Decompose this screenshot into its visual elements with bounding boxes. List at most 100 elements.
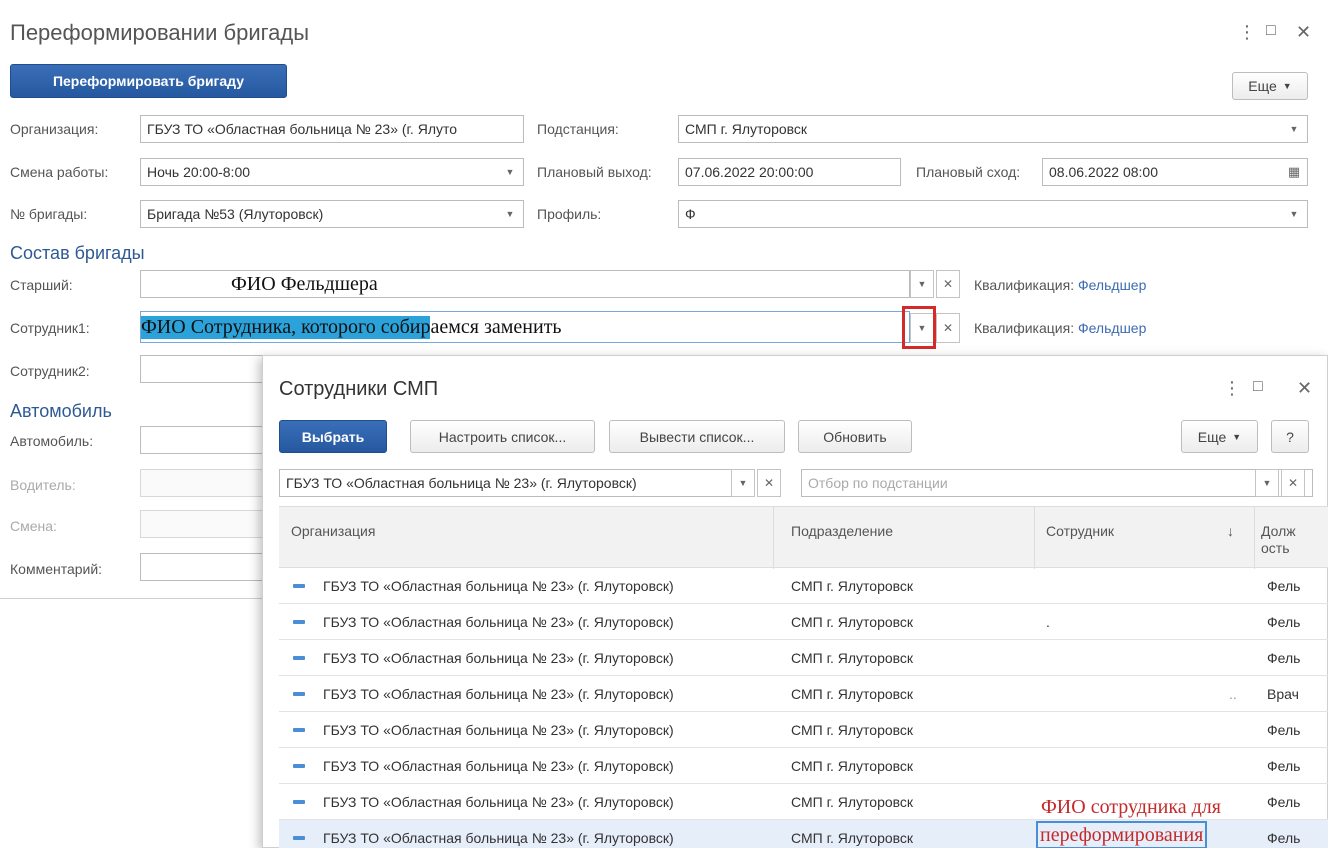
qualification-link[interactable]: Фельдшер [1078, 277, 1146, 293]
substation-filter-dropdown[interactable]: ▼ [1255, 469, 1279, 497]
organization-value: ГБУЗ ТО «Областная больница № 23» (г. Ял… [147, 121, 458, 137]
chevron-down-icon[interactable]: ▼ [1281, 116, 1307, 142]
planned-exit-value: 07.06.2022 20:00:00 [685, 164, 814, 180]
planned-return-value: 08.06.2022 08:00 [1049, 164, 1158, 180]
employee1-field[interactable]: ФИО Сотрудника, которого собир аемся заме… [140, 311, 910, 343]
vehicle-field[interactable] [140, 426, 280, 454]
comment-field[interactable] [140, 553, 280, 581]
brigade-no-label: № бригады: [10, 206, 88, 222]
brigade-no-field[interactable]: Бригада №53 (Ялуторовск) ▼ [140, 200, 524, 228]
popup-more-label: Еще [1197, 428, 1227, 445]
qualification-label: Квалификация: [974, 277, 1075, 293]
org-filter-dropdown[interactable]: ▼ [731, 469, 755, 497]
more-actions-icon[interactable]: ⋮ [1223, 378, 1241, 399]
substation-filter-clear[interactable]: ✕ [1281, 469, 1305, 497]
organization-field[interactable]: ГБУЗ ТО «Областная больница № 23» (г. Ял… [140, 115, 524, 143]
chevron-down-icon: ▼ [917, 279, 927, 289]
substation-field[interactable]: СМП г. Ялуторовск ▼ [678, 115, 1308, 143]
employee1-rest-text: аемся заменить [430, 315, 562, 338]
substation-filter-placeholder: Отбор по подстанции [808, 475, 948, 491]
cell-position: Фель [1267, 650, 1301, 666]
help-button[interactable]: ? [1271, 420, 1309, 453]
senior-clear-button[interactable]: ✕ [936, 270, 960, 298]
chevron-down-icon[interactable]: ▼ [497, 201, 523, 227]
cell-organization: ГБУЗ ТО «Областная больница № 23» (г. Ял… [323, 830, 674, 846]
popup-more-button[interactable]: Еще ▼ [1181, 420, 1258, 453]
cell-employee: . [1046, 614, 1050, 630]
sort-arrow-icon[interactable]: ↓ [1227, 523, 1234, 539]
cell-organization: ГБУЗ ТО «Областная больница № 23» (г. Ял… [323, 614, 674, 630]
chevron-down-icon: ▼ [1232, 431, 1242, 442]
senior-label: Старший: [10, 277, 73, 293]
clear-icon: ✕ [1287, 476, 1299, 490]
planned-exit-field[interactable]: 07.06.2022 20:00:00 [678, 158, 901, 186]
more-actions-icon[interactable]: ⋮ [1238, 22, 1256, 43]
column-header-position[interactable]: Долж ость [1261, 523, 1297, 557]
maximize-icon[interactable]: □ [1253, 378, 1263, 396]
driver-label: Водитель: [10, 477, 76, 493]
cell-department: СМП г. Ялуторовск [791, 830, 914, 846]
employee1-qualification: Квалификация: Фельдшер [974, 320, 1146, 336]
comment-label: Комментарий: [10, 561, 103, 577]
table-row[interactable]: ГБУЗ ТО «Областная больница № 23» (г. Ял… [279, 640, 1328, 676]
table-row[interactable]: ГБУЗ ТО «Областная больница № 23» (г. Ял… [279, 676, 1328, 712]
cell-organization: ГБУЗ ТО «Областная больница № 23» (г. Ял… [323, 650, 674, 666]
senior-field[interactable]: ФИО Фельдшера [140, 270, 910, 298]
chevron-down-icon[interactable]: ▼ [497, 159, 523, 185]
table-row[interactable]: ГБУЗ ТО «Областная больница № 23» (г. Ял… [279, 568, 1328, 604]
composition-section-title: Состав бригады [10, 243, 145, 263]
cell-department: СМП г. Ялуторовск [791, 722, 914, 738]
senior-dropdown-button[interactable]: ▼ [910, 270, 934, 298]
cell-department: СМП г. Ялуторовск [791, 686, 914, 702]
cell-position: Фель [1267, 578, 1301, 594]
column-header-organization[interactable]: Организация [291, 523, 375, 539]
row-icon [293, 584, 305, 588]
chevron-down-icon: ▼ [1282, 81, 1292, 91]
maximize-icon[interactable]: □ [1266, 22, 1276, 40]
highlight-box [902, 306, 936, 349]
substation-filter[interactable]: Отбор по подстанции [801, 469, 1313, 497]
output-list-button[interactable]: Вывести список... [609, 420, 785, 453]
refresh-button[interactable]: Обновить [798, 420, 912, 453]
organization-filter-value: ГБУЗ ТО «Областная больница № 23» (г. Ял… [286, 475, 637, 491]
cell-position: Фель [1267, 758, 1301, 774]
profile-label: Профиль: [537, 206, 602, 222]
chevron-down-icon[interactable]: ▼ [1281, 201, 1307, 227]
chevron-down-icon: ▼ [1262, 478, 1272, 488]
employee1-clear-button[interactable]: ✕ [936, 313, 960, 343]
qualification-link[interactable]: Фельдшер [1078, 320, 1146, 336]
table-row[interactable]: ГБУЗ ТО «Областная больница № 23» (г. Ял… [279, 748, 1328, 784]
row-icon [293, 836, 305, 840]
organization-filter[interactable]: ГБУЗ ТО «Областная больница № 23» (г. Ял… [279, 469, 755, 497]
close-icon[interactable]: ✕ [1297, 378, 1312, 399]
shift-field[interactable]: Ночь 20:00-8:00 ▼ [140, 158, 524, 186]
page-title: Переформировании бригады [10, 20, 310, 45]
profile-field[interactable]: Ф ▼ [678, 200, 1308, 228]
org-filter-clear[interactable]: ✕ [757, 469, 781, 497]
select-button[interactable]: Выбрать [279, 420, 387, 453]
cell-department: СМП г. Ялуторовск [791, 794, 914, 810]
planned-return-field[interactable]: 08.06.2022 08:00 ▦ [1042, 158, 1308, 186]
grid-header: Организация Подразделение Сотрудник ↓ До… [279, 506, 1328, 569]
cell-organization: ГБУЗ ТО «Областная больница № 23» (г. Ял… [323, 758, 674, 774]
more-button[interactable]: Еще ▼ [1232, 72, 1308, 100]
row-icon [293, 692, 305, 696]
column-header-department[interactable]: Подразделение [791, 523, 893, 539]
annotation-line1: ФИО сотрудника для [1039, 796, 1223, 819]
table-row[interactable]: ГБУЗ ТО «Областная больница № 23» (г. Ял… [279, 604, 1328, 640]
chevron-down-icon: ▼ [738, 478, 748, 488]
vehicle-section-title: Автомобиль [10, 401, 112, 421]
reform-brigade-button[interactable]: Переформировать бригаду [10, 64, 287, 98]
column-header-employee[interactable]: Сотрудник [1046, 523, 1114, 539]
organization-label: Организация: [10, 121, 99, 137]
cell-employee: .. [1229, 686, 1237, 702]
senior-qualification: Квалификация: Фельдшер [974, 277, 1146, 293]
calendar-icon[interactable]: ▦ [1281, 159, 1307, 185]
close-icon[interactable]: ✕ [1296, 22, 1311, 43]
substation-value: СМП г. Ялуторовск [685, 121, 808, 137]
more-button-label: Еще [1248, 78, 1277, 94]
configure-list-button[interactable]: Настроить список... [410, 420, 595, 453]
table-row[interactable]: ГБУЗ ТО «Областная больница № 23» (г. Ял… [279, 712, 1328, 748]
substation-label: Подстанция: [537, 121, 619, 137]
planned-return-label: Плановый сход: [916, 164, 1021, 180]
